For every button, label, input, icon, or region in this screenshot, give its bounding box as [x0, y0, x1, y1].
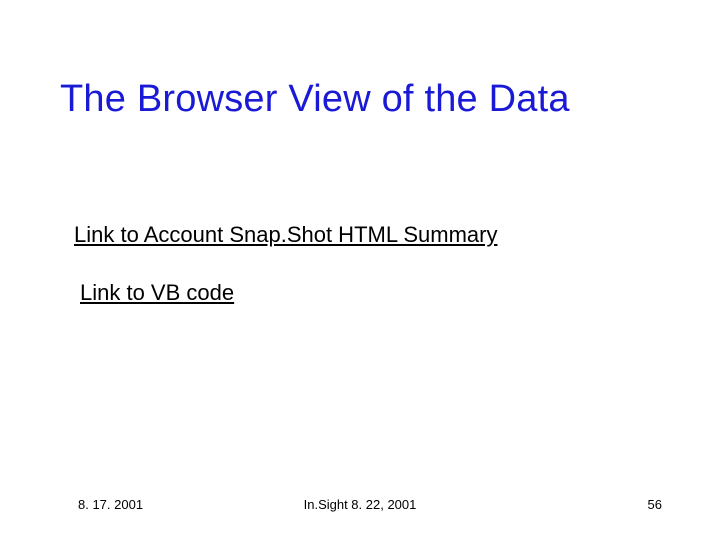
- footer-center-text: In.Sight 8. 22, 2001: [0, 497, 720, 512]
- link-account-snapshot-summary[interactable]: Link to Account Snap.Shot HTML Summary: [74, 222, 498, 248]
- link-vb-code[interactable]: Link to VB code: [80, 280, 234, 306]
- footer-page-number: 56: [648, 497, 662, 512]
- slide-title: The Browser View of the Data: [60, 78, 680, 121]
